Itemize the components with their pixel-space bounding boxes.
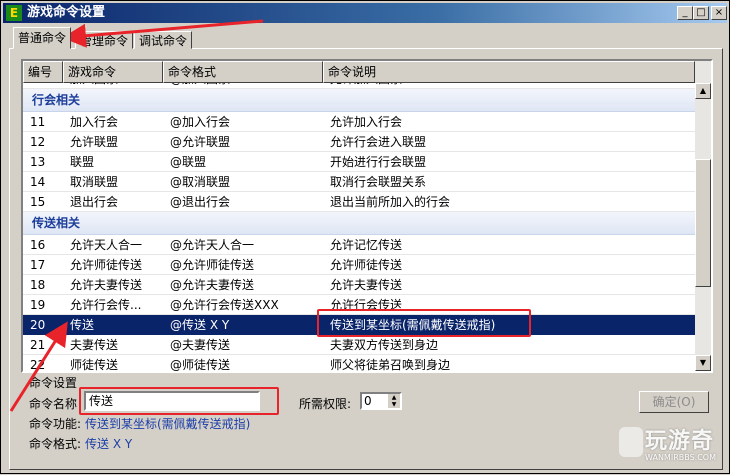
site-watermark: 玩游奇 WANMIRBBS.COM <box>613 419 725 471</box>
cell-number: 15 <box>23 192 63 212</box>
cell-description: 取消行会联盟关系 <box>323 172 695 192</box>
watermark-text: 玩游奇 <box>645 429 715 454</box>
annotation-box-name <box>79 387 279 415</box>
watermark-url: WANMIRBBS.COM <box>645 453 716 462</box>
cell-number: 20 <box>23 315 63 335</box>
cell-description: 师父将徒弟召唤到身边 <box>323 355 695 371</box>
permission-label: 所需权限: <box>299 397 352 411</box>
table-row[interactable]: 13 联盟 @联盟 开始进行行会联盟 <box>23 152 695 172</box>
cell-command: 传送 <box>63 315 163 335</box>
cell-command: 允许夫妻传送 <box>63 275 163 295</box>
cell-description: 允许加入国家 <box>323 83 695 89</box>
maximize-button[interactable]: □ <box>693 6 709 20</box>
spin-down-icon[interactable]: ▼ <box>388 401 400 408</box>
function-label: 命令功能: <box>29 417 82 431</box>
table-row[interactable]: 17 允许师徒传送 @允许师徒传送 允许师徒传送 <box>23 255 695 275</box>
list-header: 编号 游戏命令 命令格式 命令说明 <box>23 61 695 83</box>
confirm-button[interactable]: 确定(O) <box>639 391 709 413</box>
table-row[interactable]: 11 加入行会 @加入行会 允许加入行会 <box>23 112 695 132</box>
annotation-box-description <box>317 309 531 337</box>
table-row[interactable]: 16 允许天人合一 @允许天人合一 允许记忆传送 <box>23 235 695 255</box>
scroll-up-arrow-icon[interactable]: ▲ <box>695 83 711 99</box>
tab-normal-commands[interactable]: 普通命令 <box>13 27 72 49</box>
cell-format: @允许联盟 <box>163 132 323 152</box>
cell-command: 允许师徒传送 <box>63 255 163 275</box>
cell-format: @夫妻传送 <box>163 335 323 355</box>
window-title: 游戏命令设置 <box>27 5 106 20</box>
cell-format: @师徒传送 <box>163 355 323 371</box>
cell-format: @取消联盟 <box>163 172 323 192</box>
cell-command: 允许天人合一 <box>63 235 163 255</box>
format-value: 传送 X Y <box>85 437 133 451</box>
minimize-button[interactable]: _ <box>677 6 693 20</box>
cell-number: 16 <box>23 235 63 255</box>
table-row[interactable]: 21 夫妻传送 @夫妻传送 夫妻双方传送到身边 <box>23 335 695 355</box>
watermark-logo-icon <box>619 427 643 457</box>
cell-number: 21 <box>23 335 63 355</box>
group-header[interactable]: 行会相关 <box>23 89 695 112</box>
cell-number: 17 <box>23 255 63 275</box>
cell-format: @联盟 <box>163 152 323 172</box>
cell-description: 夫妻双方传送到身边 <box>323 335 695 355</box>
cell-command: 加入行会 <box>63 112 163 132</box>
cell-command: 取消联盟 <box>63 172 163 192</box>
scrollbar-thumb[interactable] <box>695 159 711 287</box>
vertical-scrollbar[interactable]: ▲ ▼ <box>695 61 711 371</box>
cell-description: 允许加入行会 <box>323 112 695 132</box>
cell-command: 师徒传送 <box>63 355 163 371</box>
table-row[interactable]: 14 取消联盟 @取消联盟 取消行会联盟关系 <box>23 172 695 192</box>
cell-number: 11 <box>23 112 63 132</box>
name-label: 命令名称 <box>29 397 78 411</box>
cell-description: 开始进行行会联盟 <box>323 152 695 172</box>
cell-format: @允许师徒传送 <box>163 255 323 275</box>
tab-admin-commands[interactable]: 管理命令 <box>75 31 134 49</box>
cell-number: 19 <box>23 295 63 315</box>
group-header[interactable]: 传送相关 <box>23 212 695 235</box>
title-bar[interactable]: E 游戏命令设置 _ □ × <box>3 3 727 23</box>
table-row[interactable]: 15 退出行会 @退出行会 退出当前所加入的行会 <box>23 192 695 212</box>
cell-number: 22 <box>23 355 63 371</box>
cell-command: 允许联盟 <box>63 132 163 152</box>
cell-description: 允许行会进入联盟 <box>323 132 695 152</box>
cell-format: @传送 X Y <box>163 315 323 335</box>
cell-description: 退出当前所加入的行会 <box>323 192 695 212</box>
tab-debug-commands[interactable]: 调试命令 <box>134 31 193 49</box>
cell-number: 13 <box>23 152 63 172</box>
cell-description: 允许夫妻传送 <box>323 275 695 295</box>
table-row[interactable]: 18 允许夫妻传送 @允许夫妻传送 允许夫妻传送 <box>23 275 695 295</box>
cell-command: 允许行会传... <box>63 295 163 315</box>
close-button[interactable]: × <box>711 6 727 20</box>
cell-format: @退出行会 <box>163 192 323 212</box>
cell-description: 允许师徒传送 <box>323 255 695 275</box>
app-logo-icon: E <box>6 5 22 21</box>
format-label: 命令格式: <box>29 437 82 451</box>
cell-command: 夫妻传送 <box>63 335 163 355</box>
spin-up-icon[interactable]: ▲ <box>388 394 400 401</box>
cell-description: 允许记忆传送 <box>323 235 695 255</box>
col-header-description[interactable]: 命令说明 <box>323 61 695 83</box>
scroll-down-arrow-icon[interactable]: ▼ <box>695 355 711 371</box>
permission-spinner[interactable]: 0 ▲ ▼ <box>360 392 402 410</box>
cell-command: 联盟 <box>63 152 163 172</box>
table-row[interactable]: 22 师徒传送 @师徒传送 师父将徒弟召唤到身边 <box>23 355 695 371</box>
cell-number: 18 <box>23 275 63 295</box>
cell-format: @允许行会传送XXX <box>163 295 323 315</box>
table-row[interactable]: 12 允许联盟 @允许联盟 允许行会进入联盟 <box>23 132 695 152</box>
permission-value: 0 <box>364 394 372 408</box>
col-header-command[interactable]: 游戏命令 <box>63 61 163 83</box>
cell-format: @加入国家 <box>163 83 323 89</box>
function-value: 传送到某坐标(需佩戴传送戒指) <box>85 417 251 431</box>
col-header-number[interactable]: 编号 <box>23 61 63 83</box>
settings-group-label: 命令设置 <box>29 376 78 390</box>
table-row[interactable]: 10加入国家@加入国家允许加入国家 <box>23 83 695 89</box>
cell-format: @允许天人合一 <box>163 235 323 255</box>
cell-command: 退出行会 <box>63 192 163 212</box>
cell-number: 12 <box>23 132 63 152</box>
cell-format: @加入行会 <box>163 112 323 132</box>
col-header-format[interactable]: 命令格式 <box>163 61 323 83</box>
cell-number: 14 <box>23 172 63 192</box>
cell-format: @允许夫妻传送 <box>163 275 323 295</box>
command-settings-window: E 游戏命令设置 _ □ × 普通命令 管理命令 调试命令 编号 游戏命令 命令… <box>0 0 730 474</box>
